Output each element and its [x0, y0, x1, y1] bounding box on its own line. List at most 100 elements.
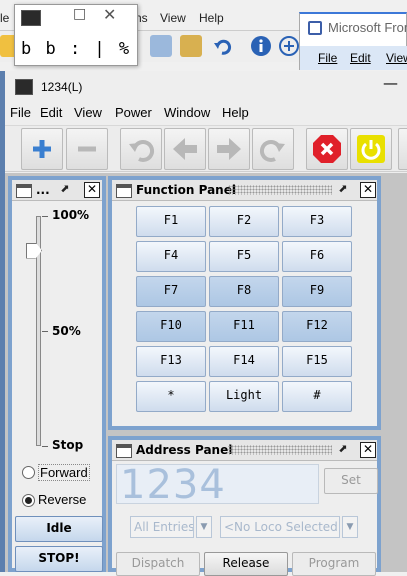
undo-icon — [129, 139, 155, 162]
maximize-icon[interactable]: ⬈ — [336, 182, 350, 196]
function-button[interactable]: F2 — [209, 206, 279, 237]
stop-icon — [313, 135, 341, 163]
ms-menubar: File Edit View — [300, 46, 407, 70]
remove-icon — [78, 146, 96, 152]
address-panel-frame: Address Panel ⬈ ✕ 1234 Set All Entries ▼… — [108, 436, 381, 576]
menu-view[interactable]: View — [74, 105, 102, 120]
chevron-down-icon[interactable]: ▼ — [196, 516, 212, 538]
stop-all-button[interactable] — [306, 128, 348, 170]
dispatch-button[interactable]: Dispatch — [116, 552, 200, 576]
close-icon[interactable]: ✕ — [84, 182, 100, 198]
bg-menu-help: Help — [199, 11, 224, 25]
app-icon — [15, 79, 33, 95]
function-button[interactable]: F6 — [282, 241, 352, 272]
forward-button[interactable] — [208, 128, 250, 170]
function-button[interactable]: F5 — [209, 241, 279, 272]
ms-menu-view[interactable]: View — [386, 51, 407, 65]
address-value: 1234 — [120, 462, 226, 508]
function-button[interactable]: F9 — [282, 276, 352, 307]
function-button[interactable]: F12 — [282, 311, 352, 342]
chevron-down-icon[interactable]: ▼ — [342, 516, 358, 538]
stop-button[interactable]: STOP! — [15, 546, 103, 572]
control-panel-title: ... — [36, 183, 50, 197]
frame-icon — [16, 184, 32, 198]
frontpage-icon — [308, 21, 322, 35]
copy-icon — [150, 35, 172, 57]
info-icon — [250, 35, 272, 57]
maximize-button[interactable]: □ — [73, 6, 86, 22]
menu-edit[interactable]: Edit — [40, 105, 62, 120]
function-button[interactable]: F8 — [209, 276, 279, 307]
undo-button[interactable] — [120, 128, 162, 170]
close-button[interactable]: ✕ — [103, 5, 116, 24]
tick-50 — [42, 331, 48, 332]
forward-icon — [217, 138, 241, 160]
titlebar-grip — [228, 445, 332, 455]
toolbar-overflow[interactable] — [398, 128, 407, 170]
redo-icon — [259, 139, 285, 162]
function-panel-titlebar[interactable]: Function Panel ⬈ ✕ — [112, 180, 377, 201]
control-panel-frame: ... ⬈ ✕ 100% 50% Stop Forward Reverse Id… — [8, 176, 106, 572]
function-button[interactable]: Light — [209, 381, 279, 412]
paste-icon — [180, 35, 202, 57]
mini-window-text: b b : | % — [21, 39, 132, 59]
loco-select-combo[interactable]: <No Loco Selected> — [220, 516, 340, 538]
speed-label-mid: 50% — [52, 324, 81, 338]
maximize-icon[interactable]: ⬈ — [58, 182, 72, 196]
menu-help[interactable]: Help — [222, 105, 249, 120]
function-button[interactable]: F1 — [136, 206, 206, 237]
frame-icon — [116, 184, 132, 198]
menu-power[interactable]: Power — [115, 105, 152, 120]
function-panel-title: Function Panel — [136, 183, 236, 197]
address-panel-titlebar[interactable]: Address Panel ⬈ ✕ — [112, 440, 377, 461]
set-button[interactable]: Set — [324, 468, 378, 494]
function-button[interactable]: F3 — [282, 206, 352, 237]
speed-label-max: 100% — [52, 208, 90, 222]
function-button[interactable]: * — [136, 381, 206, 412]
function-button[interactable]: F4 — [136, 241, 206, 272]
close-icon[interactable]: ✕ — [360, 442, 376, 458]
desktop-edge — [383, 173, 407, 572]
power-button[interactable] — [350, 128, 392, 170]
function-button[interactable]: F15 — [282, 346, 352, 377]
tick-100 — [42, 216, 48, 217]
function-button[interactable]: F11 — [209, 311, 279, 342]
ms-menu-edit[interactable]: Edit — [350, 51, 371, 65]
speed-label-stop: Stop — [52, 438, 84, 452]
minimize-button[interactable]: — — [383, 74, 398, 92]
function-button[interactable]: # — [282, 381, 352, 412]
bg-menu-file: le — [0, 11, 10, 25]
back-button[interactable] — [164, 128, 206, 170]
add-button[interactable] — [21, 128, 63, 170]
bg-menu-view: View — [160, 11, 186, 25]
control-panel-titlebar[interactable]: ... ⬈ ✕ — [12, 180, 102, 201]
redo-button[interactable] — [252, 128, 294, 170]
menu-window[interactable]: Window — [164, 105, 210, 120]
forward-radio[interactable] — [22, 466, 35, 479]
microsoft-window: Microsoft Fron File Edit View — [299, 12, 407, 70]
maximize-icon[interactable]: ⬈ — [336, 442, 350, 456]
app-icon — [21, 10, 41, 26]
window-title: 1234(L) — [41, 80, 83, 94]
forward-label[interactable]: Forward — [38, 464, 90, 481]
menu-file[interactable]: File — [10, 105, 31, 120]
reverse-label[interactable]: Reverse — [38, 492, 86, 507]
address-panel-title: Address Panel — [136, 443, 233, 457]
function-button[interactable]: F14 — [209, 346, 279, 377]
power-icon — [357, 135, 385, 163]
back-icon — [173, 138, 197, 160]
program-button[interactable]: Program — [292, 552, 376, 576]
titlebar-grip — [228, 185, 332, 195]
close-icon[interactable]: ✕ — [360, 182, 376, 198]
function-button[interactable]: F10 — [136, 311, 206, 342]
idle-button[interactable]: Idle — [15, 516, 103, 542]
function-button[interactable]: F13 — [136, 346, 206, 377]
release-button[interactable]: Release — [204, 552, 288, 576]
function-button[interactable]: F7 — [136, 276, 206, 307]
ms-menu-file[interactable]: File — [318, 51, 337, 65]
zoom-in-icon — [278, 35, 300, 57]
reverse-radio[interactable] — [22, 494, 35, 507]
roster-filter-combo[interactable]: All Entries — [130, 516, 194, 538]
remove-button[interactable] — [66, 128, 108, 170]
mini-window: ☐ □ ✕ b b : | % — [14, 4, 138, 66]
